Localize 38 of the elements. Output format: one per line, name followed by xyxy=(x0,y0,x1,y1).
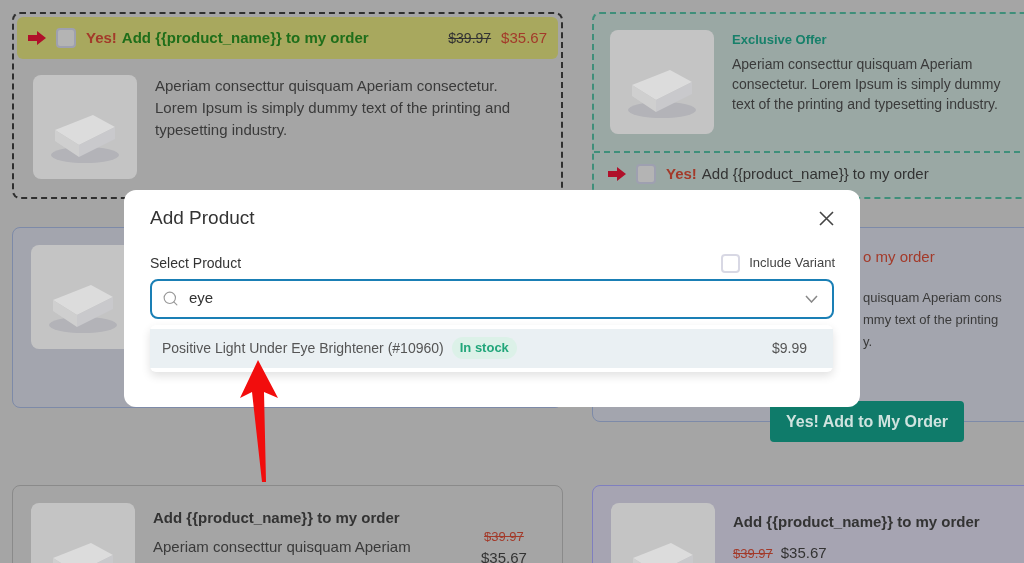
stock-badge: In stock xyxy=(451,337,517,359)
product-title: Add {{product_name}} to my order xyxy=(153,508,401,528)
product-name: Positive Light Under Eye Brightener (#10960) xyxy=(162,338,444,358)
search-icon xyxy=(162,290,179,307)
field-label: Select Product xyxy=(150,253,242,273)
description-line: quisquam Aperiam cons xyxy=(863,288,1003,307)
description-line: mmy text of the printing xyxy=(863,310,1000,329)
arrow-icon xyxy=(28,31,46,45)
chevron-down-icon xyxy=(805,294,818,303)
checkbox[interactable] xyxy=(56,28,76,48)
product-price: $9.99 xyxy=(771,338,807,358)
checkbox[interactable] xyxy=(636,164,656,185)
add-to-order-button[interactable]: Yes! Add to My Order xyxy=(770,401,964,442)
close-icon[interactable] xyxy=(819,210,834,226)
offer-description: Aperiam consecttur quisquam Aperiam consectetur. Lorem Ipsum is simply dummy text of the printing and typesetting industry. xyxy=(155,76,512,140)
offer-title: Add {{product_name}} to my order xyxy=(701,164,929,184)
dialog-title: Add Product xyxy=(150,206,255,230)
old-price: $39.97 xyxy=(484,528,524,546)
offer-label: Exclusive Offer xyxy=(732,31,827,49)
product-title: o my order xyxy=(863,247,936,267)
new-price: $35.67 xyxy=(481,547,527,563)
product-search-field[interactable]: eye xyxy=(150,278,834,319)
product-description: Aperiam consecttur quisquam Aperiam xyxy=(153,536,412,557)
old-price: $39.97 xyxy=(448,28,492,48)
arrow-icon xyxy=(608,167,626,182)
new-price: $35.67 xyxy=(501,27,547,48)
product-option[interactable]: Positive Light Under Eye Brightener (#10960) In stock $9.99 xyxy=(150,328,833,368)
include-variant-checkbox[interactable] xyxy=(721,253,741,273)
new-price: $35.67 xyxy=(780,542,827,563)
offer-description: Aperiam consecttur quisquam Aperiam consectetur. Lorem Ipsum is simply dummy text of the printing and typesetting industry. xyxy=(732,54,1002,114)
description-line: y. xyxy=(863,332,874,351)
yes-label: Yes! xyxy=(666,164,697,184)
search-value: eye xyxy=(189,288,214,309)
old-price: $39.97 xyxy=(733,544,773,563)
offer-title: Add {{product_name}} to my order xyxy=(121,27,369,48)
product-title: Add {{product_name}} to my order xyxy=(733,512,980,532)
include-variant-label: Include Variant xyxy=(749,254,835,273)
yes-label: Yes! xyxy=(86,27,117,48)
